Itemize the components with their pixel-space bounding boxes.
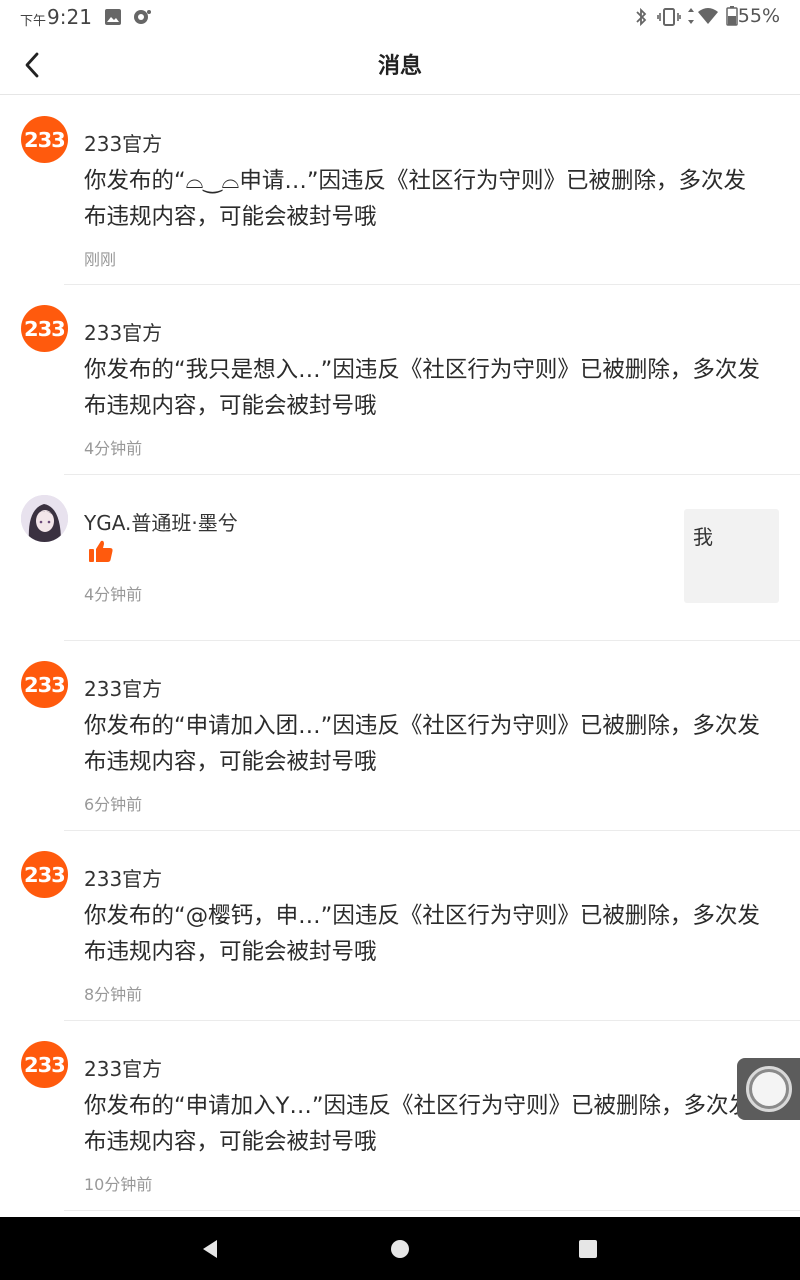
post-preview[interactable]: 我 — [684, 509, 779, 603]
list-item[interactable]: 233 233官方 你发布的“申请加入团…”因违反《社区行为守则》已被删除，多次… — [0, 641, 800, 831]
message-time: 刚刚 — [84, 250, 117, 269]
battery-percent: 55% — [737, 5, 780, 27]
message-time: 4分钟前 — [84, 439, 143, 458]
sender-name: YGA.普通班·墨兮 — [84, 511, 238, 535]
message-list[interactable]: 233 233官方 你发布的“⌓‿⌓申请…”因违反《社区行为守则》已被删除，多次… — [0, 96, 800, 1211]
message-time: 6分钟前 — [84, 795, 143, 814]
wifi-icon — [697, 7, 719, 29]
circle-home-icon — [391, 1240, 409, 1258]
nav-back-button[interactable] — [196, 1235, 224, 1263]
gallery-icon — [104, 8, 122, 30]
status-time: 9:21 — [47, 5, 92, 29]
vibrate-icon — [657, 7, 681, 31]
message-content: 你发布的“申请加入团…”因违反《社区行为守则》已被删除，多次发布违规内容，可能会… — [84, 713, 760, 775]
official-avatar[interactable]: 233 — [21, 305, 68, 352]
official-avatar[interactable]: 233 — [21, 661, 68, 708]
data-arrows-icon — [686, 6, 696, 30]
nav-recents-button[interactable] — [574, 1235, 602, 1263]
avatar-logo-text: 233 — [24, 672, 66, 697]
avatar-logo-text: 233 — [24, 316, 66, 341]
official-avatar[interactable]: 233 — [21, 1041, 68, 1088]
thumbs-up-icon — [88, 539, 114, 567]
sender-name: 233官方 — [84, 867, 163, 891]
triangle-back-icon — [203, 1240, 217, 1258]
assistive-ring-icon — [745, 1066, 792, 1112]
list-item[interactable]: 233 233官方 你发布的“申请加入Y…”因违反《社区行为守则》已被删除，多次… — [0, 1021, 800, 1211]
list-item[interactable]: YGA.普通班·墨兮 4分钟前 我 — [0, 475, 800, 641]
status-time-prefix: 下午 — [20, 14, 47, 29]
message-content: 你发布的“我只是想入…”因违反《社区行为守则》已被删除，多次发布违规内容，可能会… — [84, 357, 760, 419]
message-content: 你发布的“⌓‿⌓申请…”因违反《社区行为守则》已被删除，多次发布违规内容，可能会… — [84, 168, 746, 230]
sender-name: 233官方 — [84, 677, 163, 701]
avatar-logo-text: 233 — [24, 862, 66, 887]
official-avatar[interactable]: 233 — [21, 116, 68, 163]
message-content: 你发布的“@樱钙，申…”因违反《社区行为守则》已被删除，多次发布违规内容，可能会… — [84, 903, 760, 965]
square-recents-icon — [579, 1240, 597, 1258]
bluetooth-icon — [634, 7, 648, 31]
divider — [64, 1210, 800, 1211]
message-time: 10分钟前 — [84, 1175, 153, 1194]
user-avatar[interactable] — [21, 495, 68, 542]
message-time: 4分钟前 — [84, 585, 143, 604]
status-bar: 下午 9:21 55% — [0, 0, 800, 34]
official-avatar[interactable]: 233 — [21, 851, 68, 898]
list-item[interactable]: 233 233官方 你发布的“我只是想入…”因违反《社区行为守则》已被删除，多次… — [0, 285, 800, 475]
sender-name: 233官方 — [84, 321, 163, 345]
sender-name: 233官方 — [84, 1057, 163, 1081]
message-time: 8分钟前 — [84, 985, 143, 1004]
list-item[interactable]: 233 233官方 你发布的“@樱钙，申…”因违反《社区行为守则》已被删除，多次… — [0, 831, 800, 1021]
nav-home-button[interactable] — [386, 1235, 414, 1263]
system-nav-bar — [0, 1217, 800, 1280]
sender-name: 233官方 — [84, 132, 163, 156]
battery-icon — [726, 6, 738, 30]
page-title: 消息 — [377, 54, 422, 79]
list-item[interactable]: 233 233官方 你发布的“⌓‿⌓申请…”因违反《社区行为守则》已被删除，多次… — [0, 96, 800, 285]
app-notification-icon — [132, 8, 152, 30]
avatar-logo-text: 233 — [24, 127, 66, 152]
post-preview-text: 我 — [693, 525, 713, 549]
avatar-logo-text: 233 — [24, 1052, 66, 1077]
app-header: 消息 — [0, 34, 800, 95]
message-content: 你发布的“申请加入Y…”因违反《社区行为守则》已被删除，多次发布违规内容，可能会… — [84, 1093, 752, 1155]
floating-assistive-button[interactable] — [737, 1058, 800, 1120]
